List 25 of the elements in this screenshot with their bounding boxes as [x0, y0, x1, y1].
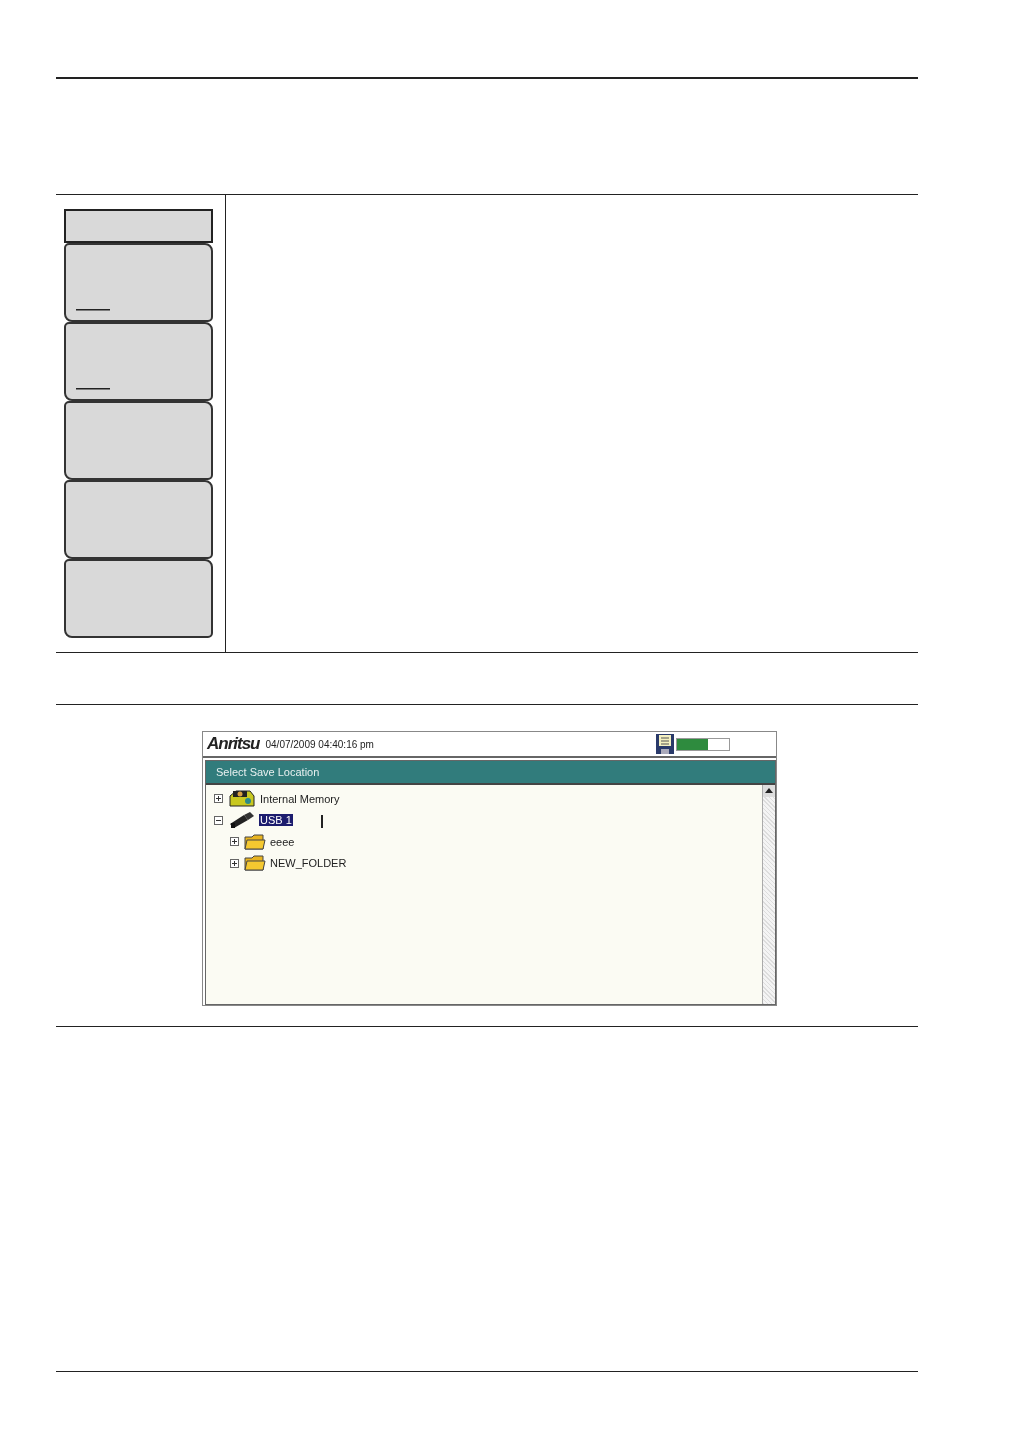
- soft-key[interactable]: [64, 559, 213, 638]
- collapse-icon[interactable]: [214, 815, 223, 825]
- save-icon: [655, 734, 674, 754]
- dialog-title: Select Save Location: [206, 761, 775, 783]
- tree-item[interactable]: USB 1: [259, 814, 293, 827]
- tree-item[interactable]: NEW_FOLDER: [269, 857, 348, 870]
- scroll-up-icon[interactable]: [763, 785, 775, 797]
- folder-icon: [244, 833, 266, 850]
- scrollbar[interactable]: [762, 785, 775, 1004]
- folder-icon: [244, 855, 266, 872]
- soft-key[interactable]: [64, 401, 213, 480]
- battery-icon: [676, 737, 730, 751]
- tree-item[interactable]: Internal Memory: [259, 792, 341, 805]
- brand-logo: Anritsu: [207, 734, 260, 754]
- expand-icon[interactable]: [230, 858, 239, 868]
- soft-key[interactable]: [64, 480, 213, 559]
- drive-icon: [228, 789, 256, 808]
- date-time: 04/07/2009 04:40:16 pm: [265, 738, 374, 750]
- expand-icon[interactable]: [214, 794, 223, 804]
- soft-key[interactable]: [64, 322, 213, 401]
- usb-drive-icon: [228, 811, 256, 830]
- expand-icon[interactable]: [230, 837, 239, 847]
- soft-key[interactable]: [64, 243, 213, 322]
- text-cursor-icon: [321, 815, 324, 828]
- tree-item[interactable]: eeee: [269, 835, 296, 848]
